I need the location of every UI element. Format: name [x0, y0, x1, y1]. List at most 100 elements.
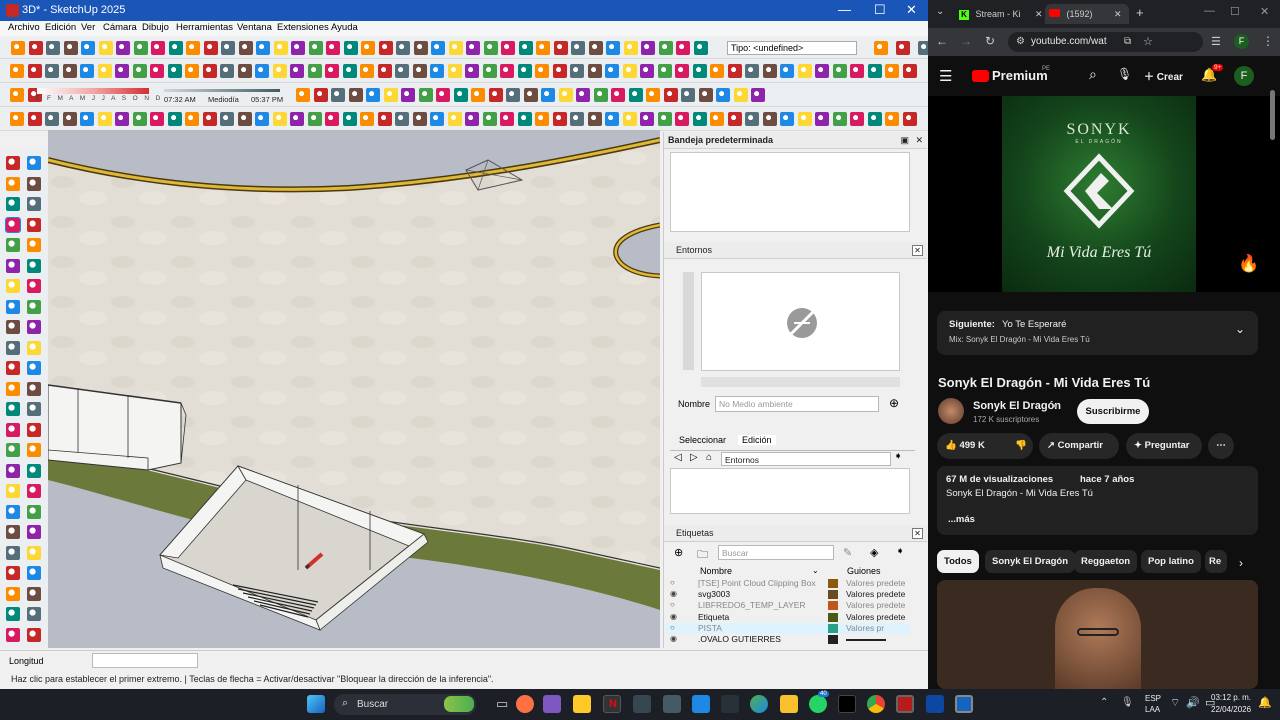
subscribe-button[interactable]: Suscribirme — [1077, 399, 1149, 424]
site-info-icon[interactable]: ⚙ — [1016, 36, 1025, 47]
maximize-button[interactable]: ☐ — [874, 2, 886, 18]
toolbar-tool-icon[interactable] — [641, 41, 655, 55]
drawing-tool-icon[interactable] — [6, 586, 20, 601]
toolbar-tool-icon[interactable] — [115, 112, 129, 126]
toolbar-tool-icon[interactable] — [10, 112, 24, 126]
add-environment-icon[interactable]: ⊕ — [889, 396, 899, 410]
netflix-icon[interactable]: N — [603, 695, 621, 713]
chip-sonyk[interactable]: Sonyk El Dragón — [985, 550, 1076, 573]
toolbar-tool-icon[interactable] — [471, 88, 485, 102]
drawing-tool-icon[interactable] — [6, 176, 20, 191]
folder-icon[interactable] — [780, 695, 798, 713]
toolbar-tool-icon[interactable] — [325, 64, 339, 78]
toolbar-tool-icon[interactable] — [418, 88, 433, 102]
tag-color-swatch[interactable] — [828, 601, 838, 611]
toolbar-tool-icon[interactable] — [11, 41, 25, 55]
menu-ver[interactable]: Ver — [81, 22, 95, 33]
mic-icon[interactable]: 🎙 — [1121, 697, 1134, 708]
toolbar-tool-icon[interactable] — [676, 41, 690, 55]
toolbar-tool-icon[interactable] — [622, 64, 637, 78]
bookmark-star-icon[interactable]: ☆ — [1143, 35, 1153, 48]
toolbar-tool-icon[interactable] — [552, 112, 567, 126]
lang-esp[interactable]: ESP — [1145, 694, 1161, 703]
app-active-icon[interactable] — [955, 695, 973, 713]
tag-details-icon[interactable]: ➧ — [896, 546, 904, 557]
menu-archivo[interactable]: Archivo — [8, 22, 40, 33]
toolbar-tool-icon[interactable] — [500, 112, 514, 126]
dislike-icon[interactable]: 👎 — [1015, 433, 1027, 459]
toolbar-tool-icon[interactable] — [10, 64, 24, 78]
notification-bell-icon[interactable]: 🔔 — [1258, 696, 1272, 709]
toolbar-tool-icon[interactable] — [692, 64, 707, 78]
visibility-eye-icon[interactable]: ○ — [670, 578, 675, 587]
toolbar-tool-icon[interactable] — [745, 112, 759, 126]
toolbar-tool-icon[interactable] — [27, 112, 42, 126]
drawing-tool-icon[interactable] — [6, 484, 20, 498]
drawing-tool-icon[interactable] — [27, 443, 41, 457]
toolbar-tool-icon[interactable] — [465, 112, 479, 126]
toolbar-tool-icon[interactable] — [383, 88, 398, 102]
toolbar-tool-icon[interactable] — [168, 41, 183, 55]
tag-color-swatch[interactable] — [828, 635, 838, 644]
toolbar-tool-icon[interactable] — [396, 41, 410, 55]
toolbar-tool-icon[interactable] — [832, 112, 847, 126]
toolbar-tool-icon[interactable] — [745, 64, 759, 78]
drawing-tool-icon[interactable] — [6, 238, 20, 252]
tab-stream[interactable]: K Stream - Ki ✕ — [955, 4, 1043, 24]
toolbar-tool-icon[interactable] — [751, 88, 765, 102]
toolbar-tool-icon[interactable] — [27, 64, 42, 78]
toolbar-tool-icon[interactable] — [902, 64, 917, 78]
drawing-tool-icon[interactable] — [6, 463, 20, 478]
toolbar-tool-icon[interactable] — [395, 64, 409, 78]
visibility-eye-icon[interactable]: ◉ — [670, 589, 677, 598]
toolbar-tool-icon[interactable] — [62, 64, 77, 78]
tag-color-swatch[interactable] — [828, 623, 838, 633]
tray-close-icon[interactable]: ✕ — [915, 132, 923, 149]
tab-close-icon[interactable]: ✕ — [1114, 4, 1122, 24]
toolbar-tool-icon[interactable] — [203, 41, 218, 55]
menu-edicion[interactable]: Edición — [45, 22, 76, 33]
toolbar-tool-icon[interactable] — [587, 112, 602, 126]
toolbar-tool-icon[interactable] — [45, 64, 59, 78]
etiquetas-header[interactable]: Etiquetas ✕ — [664, 525, 927, 542]
toolbar-tool-icon[interactable] — [896, 41, 910, 55]
drawing-tool-icon[interactable] — [27, 156, 41, 170]
recommended-video-thumbnail[interactable] — [937, 580, 1258, 689]
tag-row[interactable]: ◉ Etiqueta Valores predete — [665, 612, 910, 623]
3d-viewport[interactable] — [48, 130, 660, 648]
entornos-horizontal-slider[interactable] — [701, 377, 900, 387]
hamburger-icon[interactable]: ☰ — [939, 67, 952, 85]
microphone-icon[interactable]: 🎙 — [1117, 67, 1132, 81]
toolbar-tool-icon[interactable] — [867, 112, 882, 126]
drawing-tool-icon[interactable] — [6, 381, 20, 396]
toolbar-tool-icon[interactable] — [902, 112, 917, 126]
measurement-field[interactable] — [92, 653, 198, 668]
toolbar-tool-icon[interactable] — [167, 112, 182, 126]
drawing-tool-icon[interactable] — [27, 463, 41, 478]
toolbar-tool-icon[interactable] — [361, 41, 375, 55]
toolbar-tool-icon[interactable] — [348, 88, 363, 102]
maximize-icon[interactable]: ☐ — [1230, 5, 1240, 18]
reading-list-icon[interactable]: ☰ — [1211, 35, 1221, 48]
tag-row[interactable]: ○ PISTA Valores pr — [665, 622, 910, 634]
toolbar-tool-icon[interactable] — [202, 112, 217, 126]
toolbar-tool-icon[interactable] — [646, 88, 660, 102]
up-next-panel[interactable]: Siguiente: Yo Te Esperaré Mix: Sonyk El … — [937, 311, 1258, 355]
task-view-icon[interactable]: ▭ — [496, 696, 508, 712]
whatsapp-icon[interactable] — [809, 695, 827, 713]
share-button[interactable]: ↗ Compartir — [1039, 433, 1119, 459]
premium-brand[interactable]: Premium — [992, 68, 1048, 83]
toolbar-tool-icon[interactable] — [762, 112, 777, 126]
toolbar-tool-icon[interactable] — [238, 41, 253, 55]
clock-date[interactable]: 22/04/2026 — [1211, 705, 1251, 714]
toolbar-tool-icon[interactable] — [430, 64, 444, 78]
tag-dash-style[interactable]: Valores pr — [846, 623, 884, 633]
toolbar-tool-icon[interactable] — [536, 41, 550, 55]
wifi-icon[interactable]: ⌔ — [1170, 696, 1180, 710]
toolbar-tool-icon[interactable] — [716, 88, 730, 102]
toolbar-tool-icon[interactable] — [448, 41, 463, 55]
toolbar-tool-icon[interactable] — [885, 112, 899, 126]
toolbar-tool-icon[interactable] — [588, 41, 603, 55]
drawing-tool-icon[interactable] — [6, 504, 20, 519]
toolbar-tool-icon[interactable] — [255, 64, 269, 78]
